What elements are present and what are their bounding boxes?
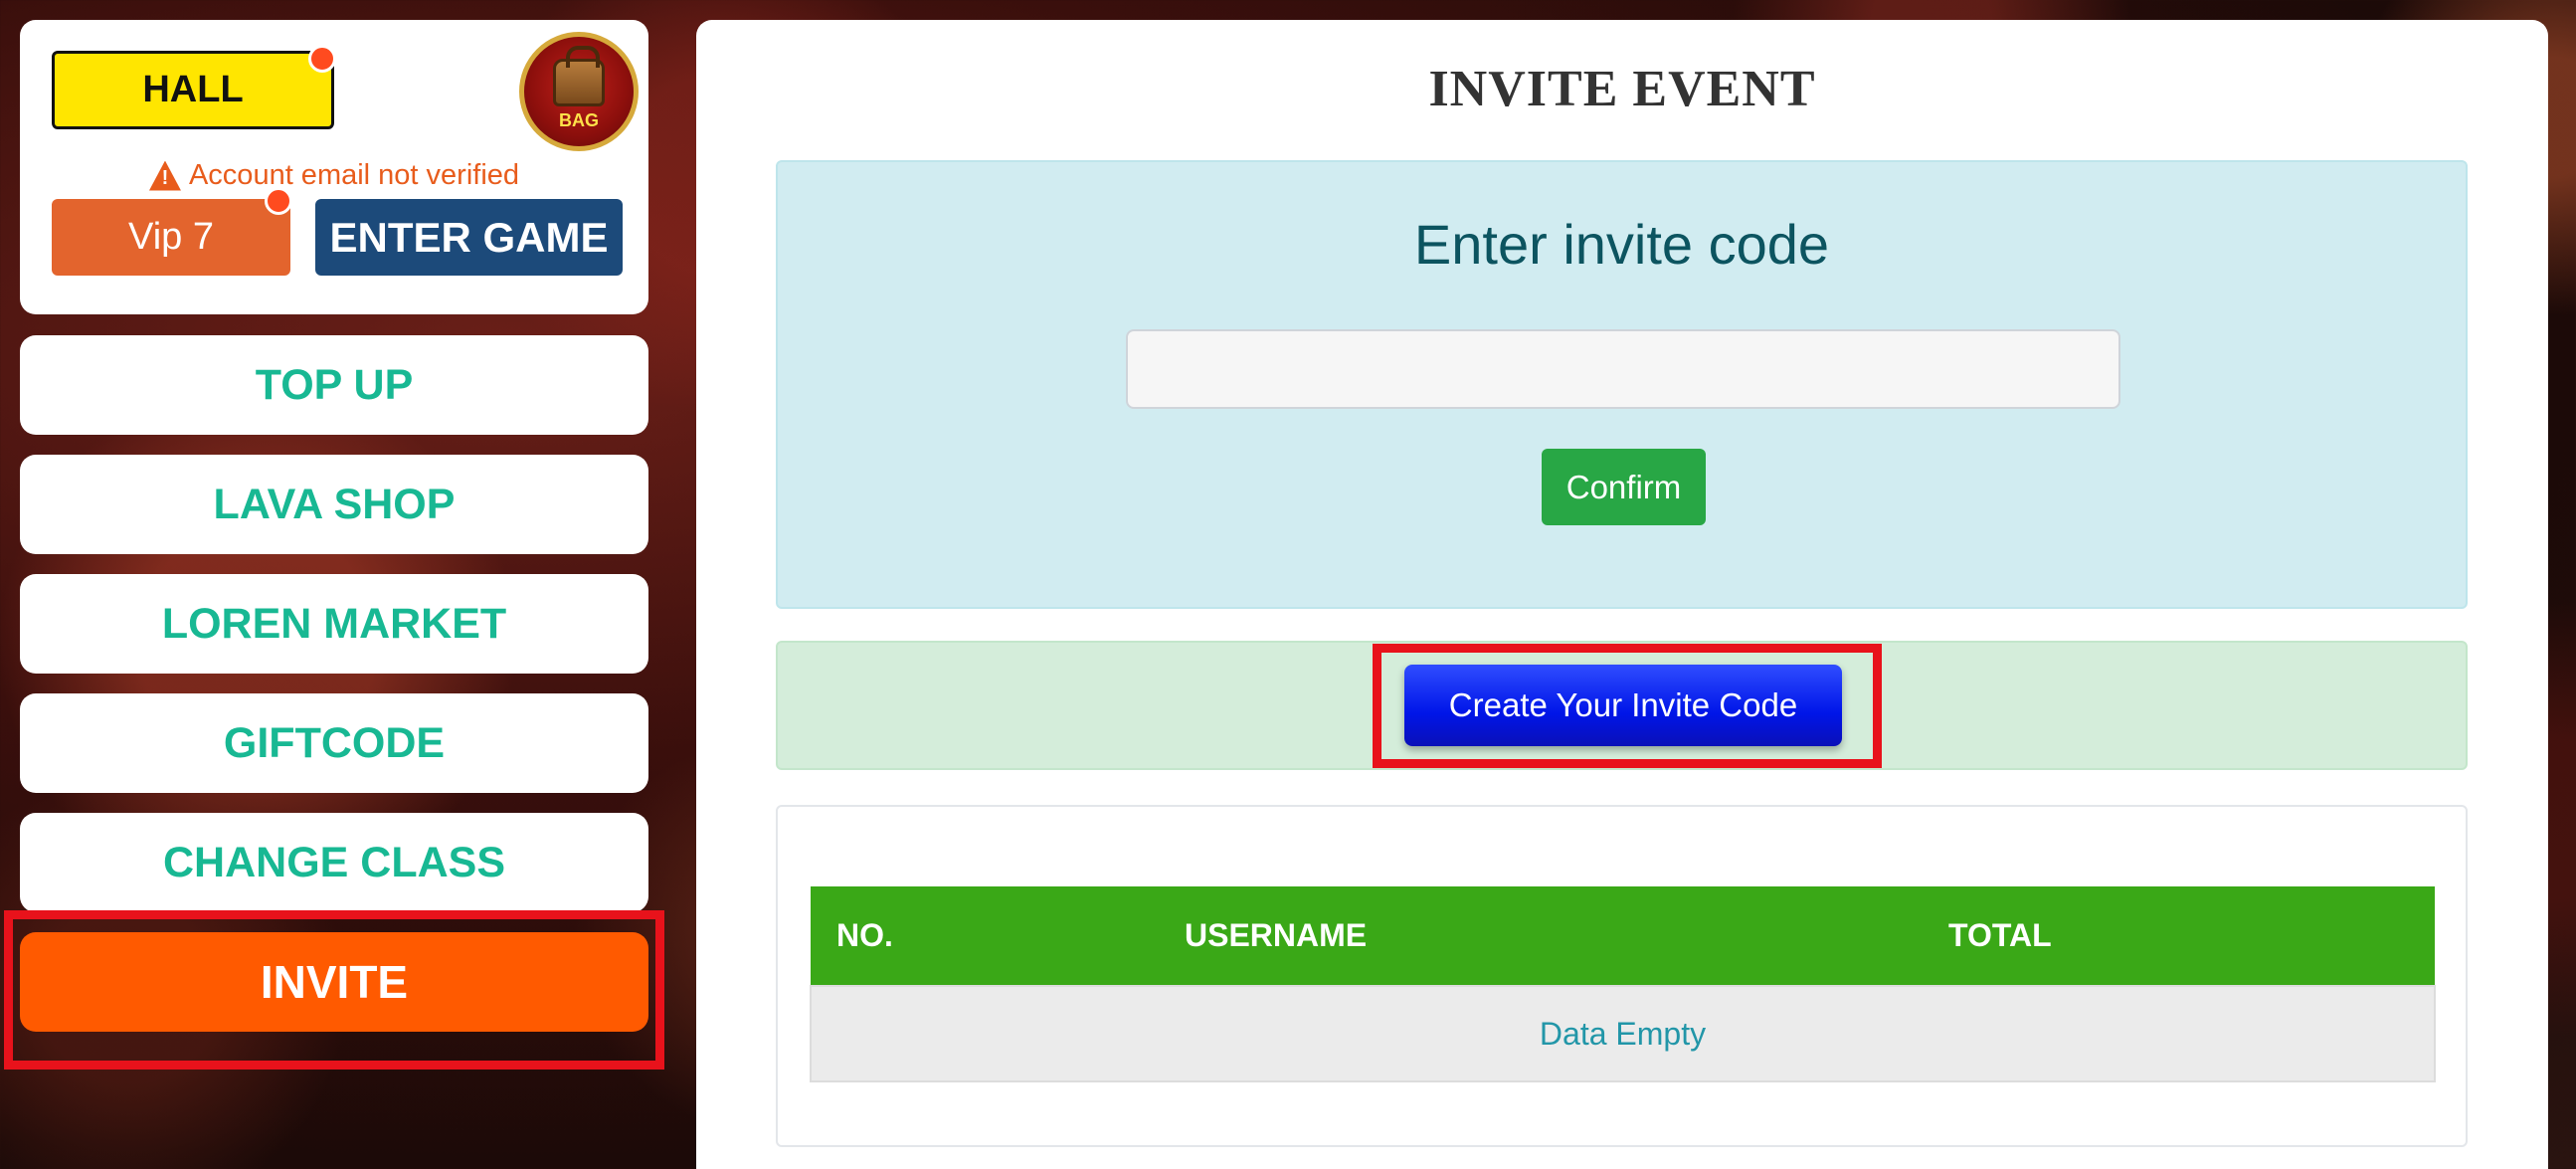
sidebar-item-loren-market[interactable]: LOREN MARKET <box>20 574 648 674</box>
invite-table: NO. USERNAME TOTAL Data Empty <box>810 886 2436 1082</box>
user-card: HALL BAG Account email not verified Vip … <box>20 20 648 314</box>
page-title: INVITE EVENT <box>1428 61 1816 117</box>
sidebar-item-label: LAVA SHOP <box>213 480 456 528</box>
warning-icon <box>148 160 181 191</box>
hall-notification-dot <box>308 45 336 73</box>
column-header-no: NO. <box>811 886 1159 986</box>
confirm-label: Confirm <box>1565 468 1682 505</box>
bag-icon[interactable]: BAG <box>519 32 639 151</box>
sidebar-item-change-class[interactable]: CHANGE CLASS <box>20 813 648 912</box>
empty-state-text: Data Empty <box>810 985 2436 1082</box>
table-header-row: NO. USERNAME TOTAL <box>811 886 2435 986</box>
sidebar-item-label: GIFTCODE <box>223 718 446 767</box>
invite-code-heading: Enter invite code <box>1413 213 1830 276</box>
column-header-username: USERNAME <box>1159 886 1923 986</box>
email-warning: Account email not verified <box>20 159 648 192</box>
email-warning-text: Account email not verified <box>188 159 520 191</box>
vip-button[interactable]: Vip 7 <box>52 199 290 276</box>
vip-label: Vip 7 <box>128 216 214 258</box>
sidebar-item-lava-shop[interactable]: LAVA SHOP <box>20 455 648 554</box>
sidebar-item-label: LOREN MARKET <box>161 599 507 648</box>
confirm-button[interactable]: Confirm <box>1542 449 1706 525</box>
main-panel: INVITE EVENT Enter invite code Confirm C… <box>696 20 2548 1169</box>
create-highlight-box <box>1373 644 1882 768</box>
sidebar-item-label: TOP UP <box>255 360 414 409</box>
invite-code-box: Enter invite code Confirm <box>776 160 2468 609</box>
enter-game-label: ENTER GAME <box>329 213 609 261</box>
bag-label: BAG <box>559 109 599 130</box>
enter-game-button[interactable]: ENTER GAME <box>315 199 623 276</box>
invite-table-card: NO. USERNAME TOTAL Data Empty <box>776 805 2468 1147</box>
table-row: Data Empty <box>810 985 2436 1082</box>
invite-code-input[interactable] <box>1126 329 2120 409</box>
hall-button[interactable]: HALL <box>52 51 334 129</box>
invite-highlight-box <box>4 910 664 1070</box>
sidebar-item-top-up[interactable]: TOP UP <box>20 335 648 435</box>
sidebar-item-label: CHANGE CLASS <box>162 838 506 886</box>
column-header-total: TOTAL <box>1923 886 2435 986</box>
vip-notification-dot <box>265 187 292 215</box>
hall-button-label: HALL <box>142 69 244 110</box>
sidebar-item-giftcode[interactable]: GIFTCODE <box>20 693 648 793</box>
bag-glyph-icon <box>553 45 605 106</box>
